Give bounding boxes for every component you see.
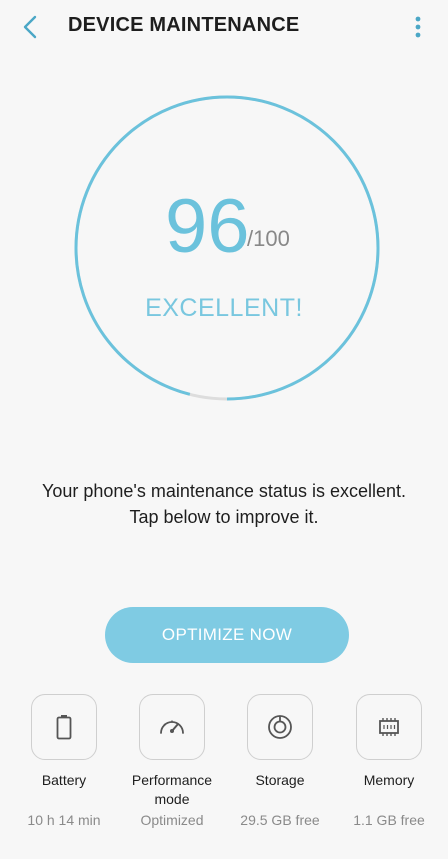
- storage-label: Storage: [255, 772, 305, 788]
- storage-tile[interactable]: Storage 29.5 GB free: [225, 694, 335, 830]
- more-options-icon[interactable]: [408, 12, 428, 42]
- battery-tile[interactable]: Battery 10 h 14 min: [9, 694, 119, 830]
- memory-chip-icon: [379, 718, 399, 736]
- score-max: /100: [247, 226, 290, 251]
- score-display: 96 /100: [0, 184, 448, 290]
- memory-value: 1.1 GB free: [353, 812, 425, 828]
- performance-tile-icon-box: [139, 694, 205, 760]
- memory-tile-icon-box: [356, 694, 422, 760]
- page-title: DEVICE MAINTENANCE: [68, 14, 300, 36]
- score-value: 96: [165, 184, 250, 269]
- status-message-line-1: Your phone's maintenance status is excel…: [42, 481, 406, 501]
- maintenance-tiles: Battery 10 h 14 min Performance mode Opt…: [0, 694, 448, 854]
- memory-label: Memory: [363, 772, 415, 788]
- storage-tile-icon-box: [247, 694, 313, 760]
- battery-label: Battery: [41, 772, 87, 788]
- status-message: Your phone's maintenance status is excel…: [0, 478, 448, 530]
- storage-value: 29.5 GB free: [240, 812, 320, 828]
- storage-disc-icon: [268, 715, 292, 739]
- battery-tile-icon-box: [31, 694, 97, 760]
- battery-value: 10 h 14 min: [27, 812, 101, 828]
- performance-mode-tile[interactable]: Performance mode Optimized: [117, 694, 227, 830]
- back-icon[interactable]: [18, 12, 46, 42]
- status-label: EXCELLENT!: [145, 294, 303, 322]
- performance-mode-value: Optimized: [140, 812, 204, 828]
- battery-icon: [56, 715, 72, 740]
- performance-mode-label: Performance mode: [131, 772, 213, 807]
- optimize-now-button[interactable]: OPTIMIZE NOW: [105, 607, 349, 663]
- app-bar: DEVICE MAINTENANCE: [0, 0, 448, 56]
- memory-tile[interactable]: Memory 1.1 GB free: [334, 694, 444, 830]
- status-message-line-2: Tap below to improve it.: [129, 507, 319, 527]
- speedometer-icon: [160, 720, 184, 734]
